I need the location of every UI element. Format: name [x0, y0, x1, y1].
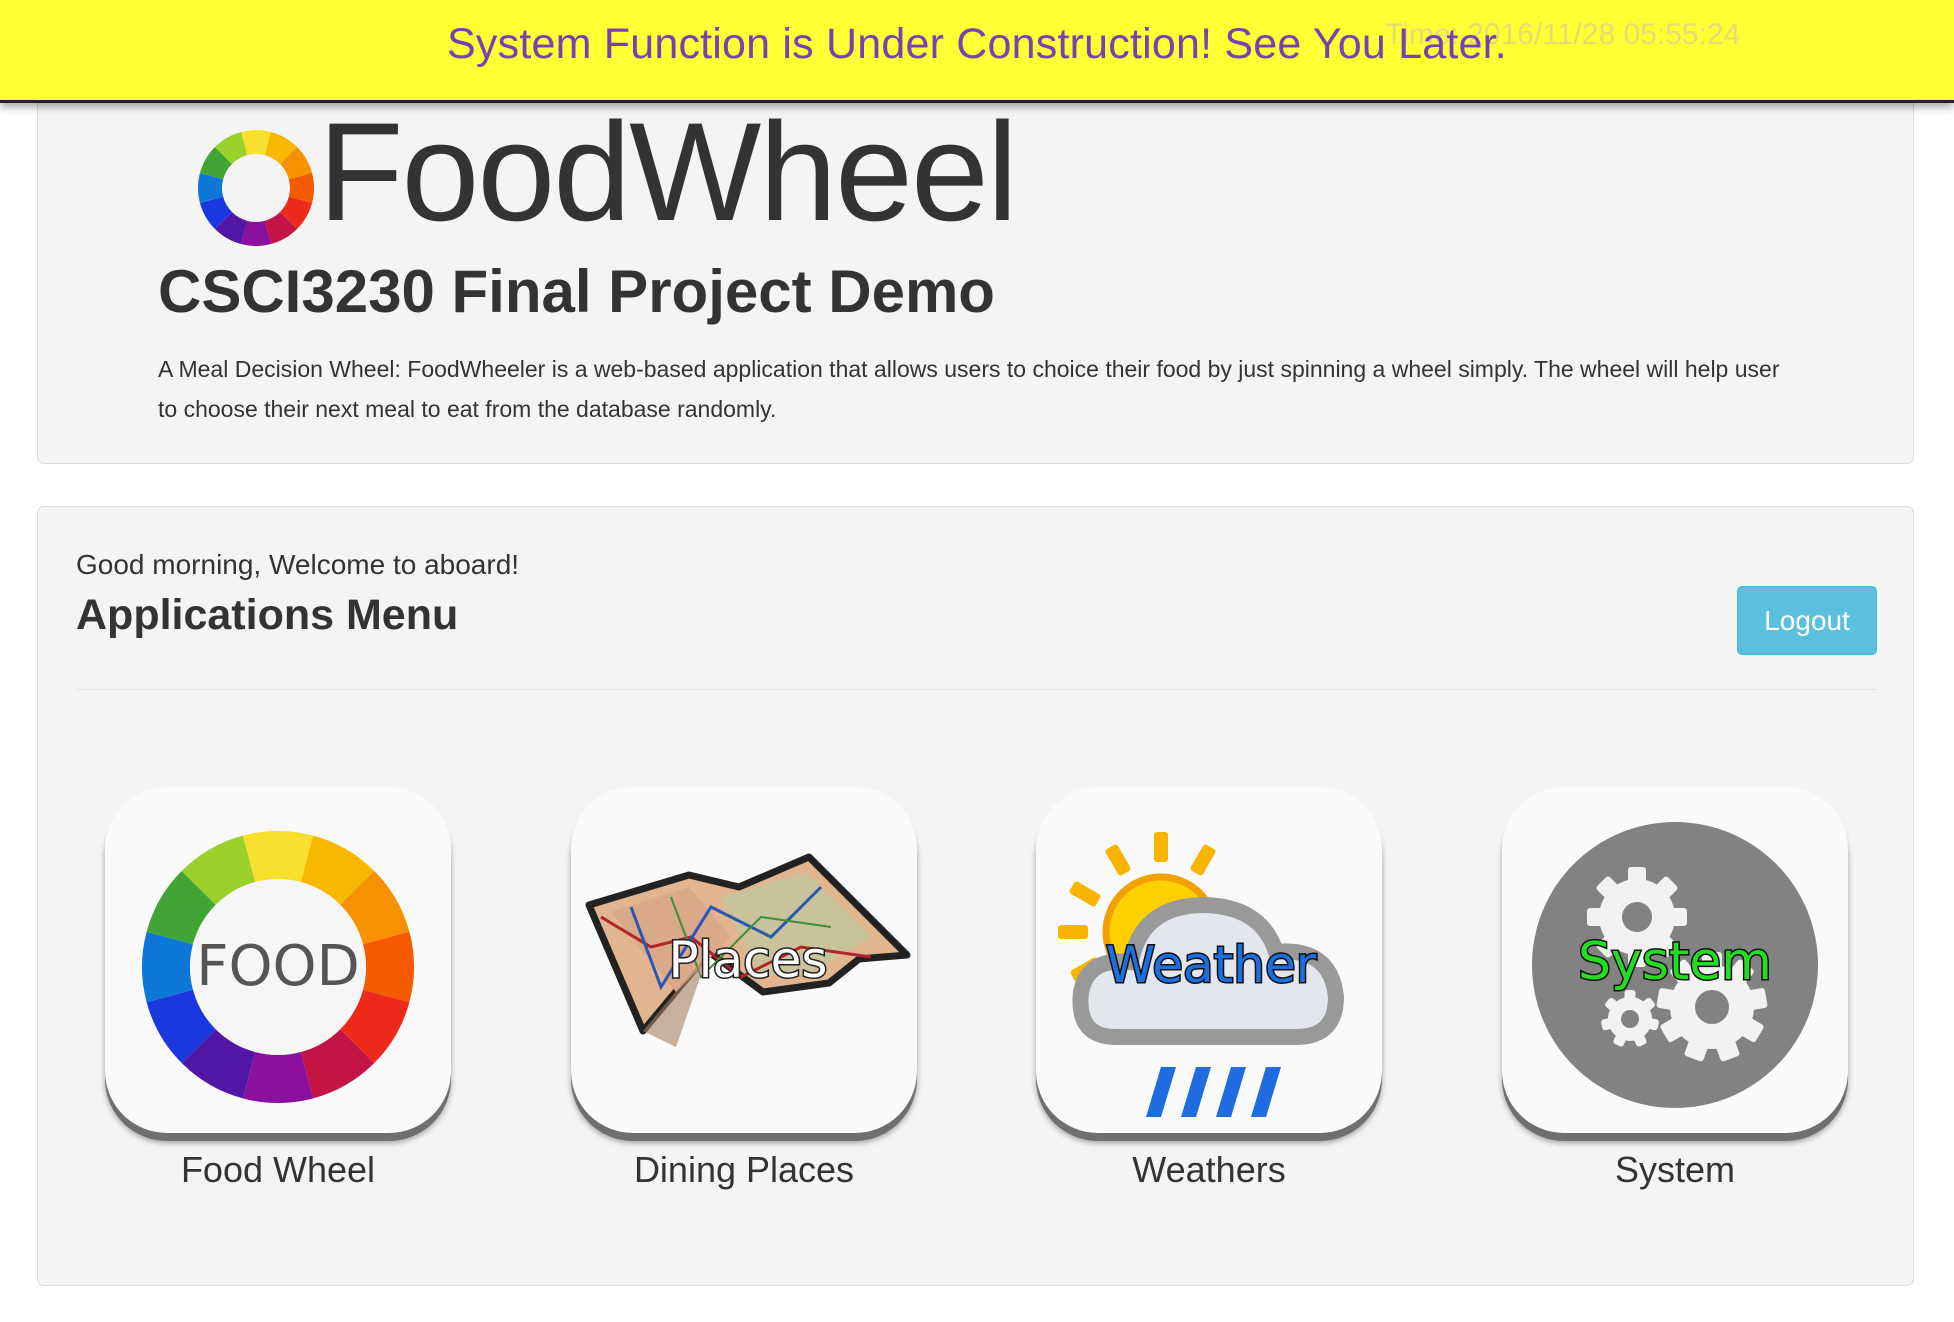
app-label-dining-places[interactable]: Dining Places [541, 1149, 947, 1191]
app-dining-places[interactable]: Places Dining Places [571, 787, 921, 1190]
svg-text:Weather: Weather [1106, 936, 1317, 994]
hero-section: FoodWheel CSCI3230 Final Project Demo A … [37, 70, 1914, 464]
logout-button[interactable]: Logout [1737, 586, 1877, 655]
map-icon: Places [585, 853, 911, 1047]
greeting-text: Good morning, Welcome to aboard! [76, 549, 520, 580]
applications-panel: Good morning, Welcome to aboard! Applica… [37, 506, 1914, 1286]
color-wheel-logo-icon [198, 130, 314, 246]
app-food-wheel[interactable]: FOOD Food Wheel [105, 787, 455, 1190]
banner-message: System Function is Under Construction! S… [447, 20, 1507, 68]
app-label-weathers[interactable]: Weathers [1006, 1149, 1412, 1191]
food-wheel-tile[interactable]: FOOD [105, 787, 451, 1133]
app-weathers[interactable]: Weather Weathers [1036, 787, 1386, 1190]
project-description: A Meal Decision Wheel: FoodWheeler is a … [158, 356, 1780, 422]
app-system[interactable]: System System [1502, 787, 1852, 1190]
app-label-food-wheel[interactable]: Food Wheel [75, 1149, 481, 1191]
svg-text:System: System [1578, 932, 1772, 992]
brand-name: FoodWheel [318, 93, 1018, 250]
dining-places-tile[interactable]: Places [571, 787, 917, 1133]
gears-icon: System [1532, 822, 1818, 1108]
weather-icon: Weather [1058, 832, 1345, 1117]
app-label-system[interactable]: System [1472, 1149, 1878, 1191]
construction-banner: Time: 2016/11/28 05:55:24 System Functio… [0, 0, 1954, 103]
food-wheel-icon: FOOD [142, 831, 414, 1103]
system-tile[interactable]: System [1502, 787, 1848, 1133]
svg-text:Places: Places [669, 931, 828, 989]
page-subtitle: CSCI3230 Final Project Demo [158, 258, 995, 325]
divider [76, 689, 1877, 690]
menu-title: Applications Menu [76, 591, 459, 639]
svg-text:FOOD: FOOD [196, 934, 360, 999]
weathers-tile[interactable]: Weather [1036, 787, 1382, 1133]
